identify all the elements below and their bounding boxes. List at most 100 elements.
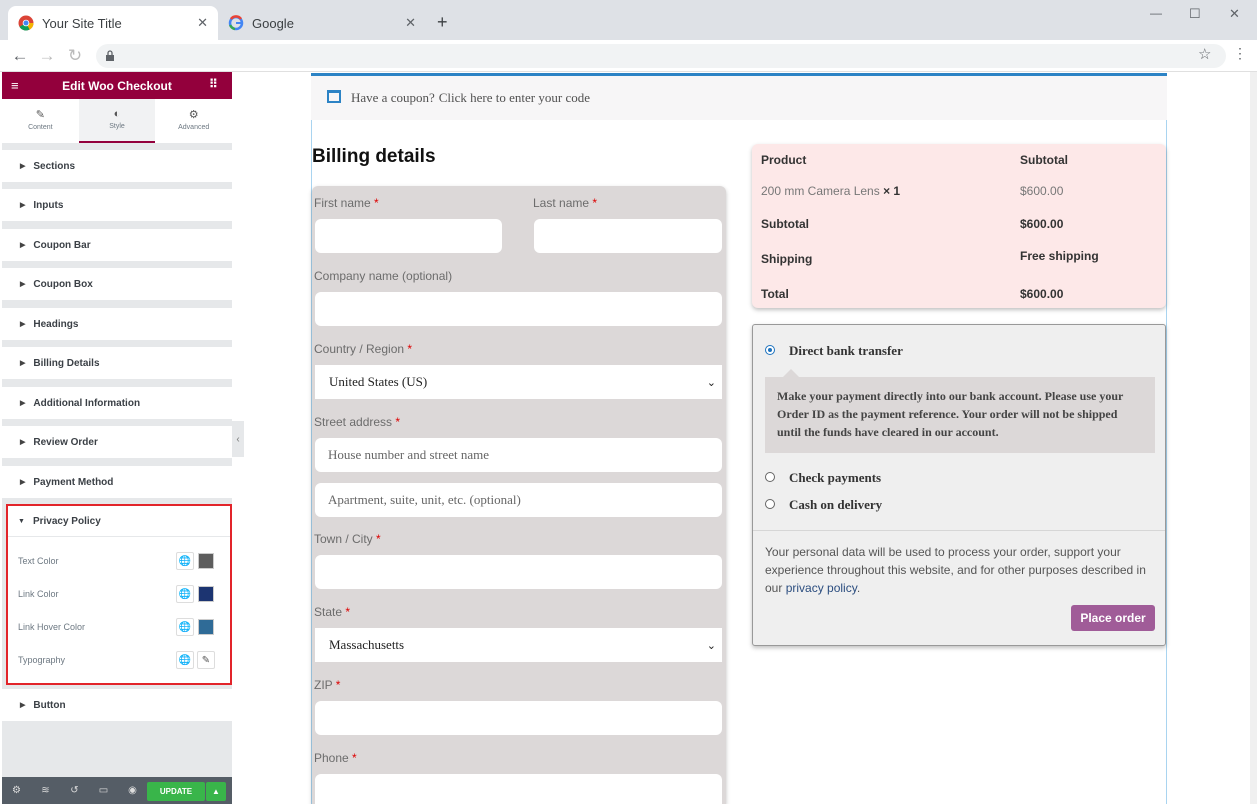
label-text: Last name — [533, 196, 590, 210]
phone-label: Phone * — [314, 751, 357, 765]
section-sections[interactable]: ▶ Sections — [2, 150, 232, 182]
radio-cash-on-delivery[interactable] — [765, 499, 775, 509]
close-window-button[interactable]: ✕ — [1229, 6, 1240, 22]
last-name-input[interactable] — [534, 219, 722, 253]
place-order-button[interactable]: Place order — [1071, 605, 1155, 631]
privacy-policy-text: Your personal data will be used to proce… — [765, 545, 1146, 595]
section-label: Payment Method — [33, 476, 114, 488]
tab-title: Your Site Title — [42, 15, 122, 31]
payment-method-label: Check payments — [789, 470, 882, 485]
minimize-button[interactable]: — — [1150, 6, 1162, 20]
first-name-label: First name * — [314, 196, 379, 210]
chrome-icon — [18, 15, 34, 31]
tab-advanced[interactable]: ⚙ Advanced — [155, 99, 232, 143]
section-coupon-bar[interactable]: ▶ Coupon Bar — [2, 229, 232, 261]
shipping-label: Shipping — [761, 252, 813, 266]
section-coupon-box[interactable]: ▶ Coupon Box — [2, 268, 232, 300]
company-input[interactable] — [315, 292, 722, 326]
globe-icon[interactable]: 🌐 — [176, 552, 194, 570]
section-label: Review Order — [33, 436, 98, 448]
select-value: Massachusetts — [329, 637, 405, 652]
layers-icon[interactable]: ≋ — [31, 785, 60, 796]
street-input[interactable]: House number and street name — [315, 438, 722, 472]
coupon-text: Have a coupon? — [351, 90, 435, 105]
city-input[interactable] — [315, 555, 722, 589]
address-bar: ← → ↻ ☆ ⋮ — [0, 40, 1257, 72]
lock-icon — [105, 49, 114, 61]
section-inputs[interactable]: ▶ Inputs — [2, 189, 232, 221]
back-icon[interactable]: ← — [10, 46, 30, 66]
collapse-panel-icon[interactable]: ‹ — [232, 421, 244, 457]
state-select[interactable]: Massachusetts ⌄ — [315, 628, 722, 662]
close-tab-icon[interactable]: ✕ — [405, 15, 416, 31]
caret-right-icon: ▶ — [20, 163, 26, 170]
settings-icon[interactable]: ⚙ — [2, 785, 31, 796]
pencil-edit-icon[interactable]: ✎ — [197, 651, 215, 669]
close-tab-icon[interactable]: ✕ — [197, 15, 208, 31]
coupon-icon — [327, 90, 341, 103]
radio-direct-bank-transfer[interactable] — [765, 345, 775, 355]
payment-description: Make your payment directly into our bank… — [765, 377, 1155, 453]
scrollbar[interactable] — [1250, 72, 1257, 804]
history-icon[interactable]: ↺ — [60, 785, 89, 796]
hamburger-icon[interactable]: ≡ — [11, 78, 19, 93]
privacy-policy-link[interactable]: privacy policy — [786, 581, 857, 595]
update-options-icon[interactable]: ▲ — [206, 782, 226, 801]
section-billing-details[interactable]: ▶ Billing Details — [2, 347, 232, 379]
shipping-value: Free shipping — [1020, 249, 1099, 263]
preview-eye-icon[interactable]: ◉ — [118, 785, 147, 796]
zip-label: ZIP * — [314, 678, 340, 692]
text-color-swatch[interactable] — [198, 553, 214, 569]
section-additional-information[interactable]: ▶ Additional Information — [2, 387, 232, 419]
globe-icon[interactable]: 🌐 — [176, 618, 194, 636]
maximize-button[interactable]: ☐ — [1189, 6, 1201, 22]
privacy-policy-header[interactable]: ▼ Privacy Policy — [8, 506, 230, 537]
gear-icon: ⚙ — [188, 109, 199, 121]
grid-icon[interactable]: ⠿ — [209, 77, 218, 91]
street2-input[interactable]: Apartment, suite, unit, etc. (optional) — [315, 483, 722, 517]
bookmark-star-icon[interactable]: ☆ — [1198, 45, 1211, 63]
required-mark: * — [352, 751, 357, 765]
forward-icon[interactable]: → — [37, 46, 57, 66]
link-hover-color-swatch[interactable] — [198, 619, 214, 635]
coupon-link[interactable]: Click here to enter your code — [439, 90, 590, 106]
panel-footer: ⚙ ≋ ↺ ▭ ◉ UPDATE ▲ — [2, 777, 232, 804]
section-payment-method[interactable]: ▶ Payment Method — [2, 466, 232, 498]
section-label: Coupon Box — [33, 278, 93, 290]
caret-down-icon: ▼ — [18, 517, 25, 525]
subtotal-label: Subtotal — [761, 217, 809, 231]
radio-check-payments[interactable] — [765, 472, 775, 482]
panel-title: Edit Woo Checkout — [62, 78, 172, 93]
url-input[interactable] — [96, 44, 1226, 68]
city-label: Town / City * — [314, 532, 381, 546]
zip-input[interactable] — [315, 701, 722, 735]
text-color-label: Text Color — [18, 556, 59, 566]
phone-input[interactable] — [315, 774, 722, 804]
tab-google[interactable]: Google ✕ — [218, 6, 426, 40]
order-review-table: Product Subtotal 200 mm Camera Lens × 1 … — [752, 144, 1166, 308]
globe-icon[interactable]: 🌐 — [176, 651, 194, 669]
section-button[interactable]: ▶ Button — [2, 689, 232, 721]
globe-icon[interactable]: 🌐 — [176, 585, 194, 603]
menu-icon[interactable]: ⋮ — [1233, 45, 1247, 62]
reload-icon[interactable]: ↻ — [65, 46, 85, 66]
caret-right-icon: ▶ — [20, 439, 26, 446]
section-headings[interactable]: ▶ Headings — [2, 308, 232, 340]
state-label: State * — [314, 605, 350, 619]
update-button[interactable]: UPDATE — [147, 782, 205, 801]
tab-style[interactable]: ◐ Style — [78, 99, 156, 143]
tab-your-site-title[interactable]: Your Site Title ✕ — [8, 6, 218, 40]
country-select[interactable]: United States (US) ⌄ — [315, 365, 722, 399]
first-name-input[interactable] — [315, 219, 502, 253]
tab-content[interactable]: ✎ Content — [2, 99, 79, 143]
link-color-swatch[interactable] — [198, 586, 214, 602]
responsive-icon[interactable]: ▭ — [89, 785, 118, 796]
google-icon — [228, 15, 244, 31]
section-review-order[interactable]: ▶ Review Order — [2, 426, 232, 458]
new-tab-button[interactable]: + — [437, 12, 448, 33]
typography-label: Typography — [18, 655, 66, 665]
placeholder: Apartment, suite, unit, etc. (optional) — [328, 492, 521, 507]
privacy-policy-section: ▼ Privacy Policy Text Color 🌐 Link Color… — [6, 504, 232, 685]
total-value: $600.00 — [1020, 287, 1064, 301]
label-text: Street address — [314, 415, 393, 429]
